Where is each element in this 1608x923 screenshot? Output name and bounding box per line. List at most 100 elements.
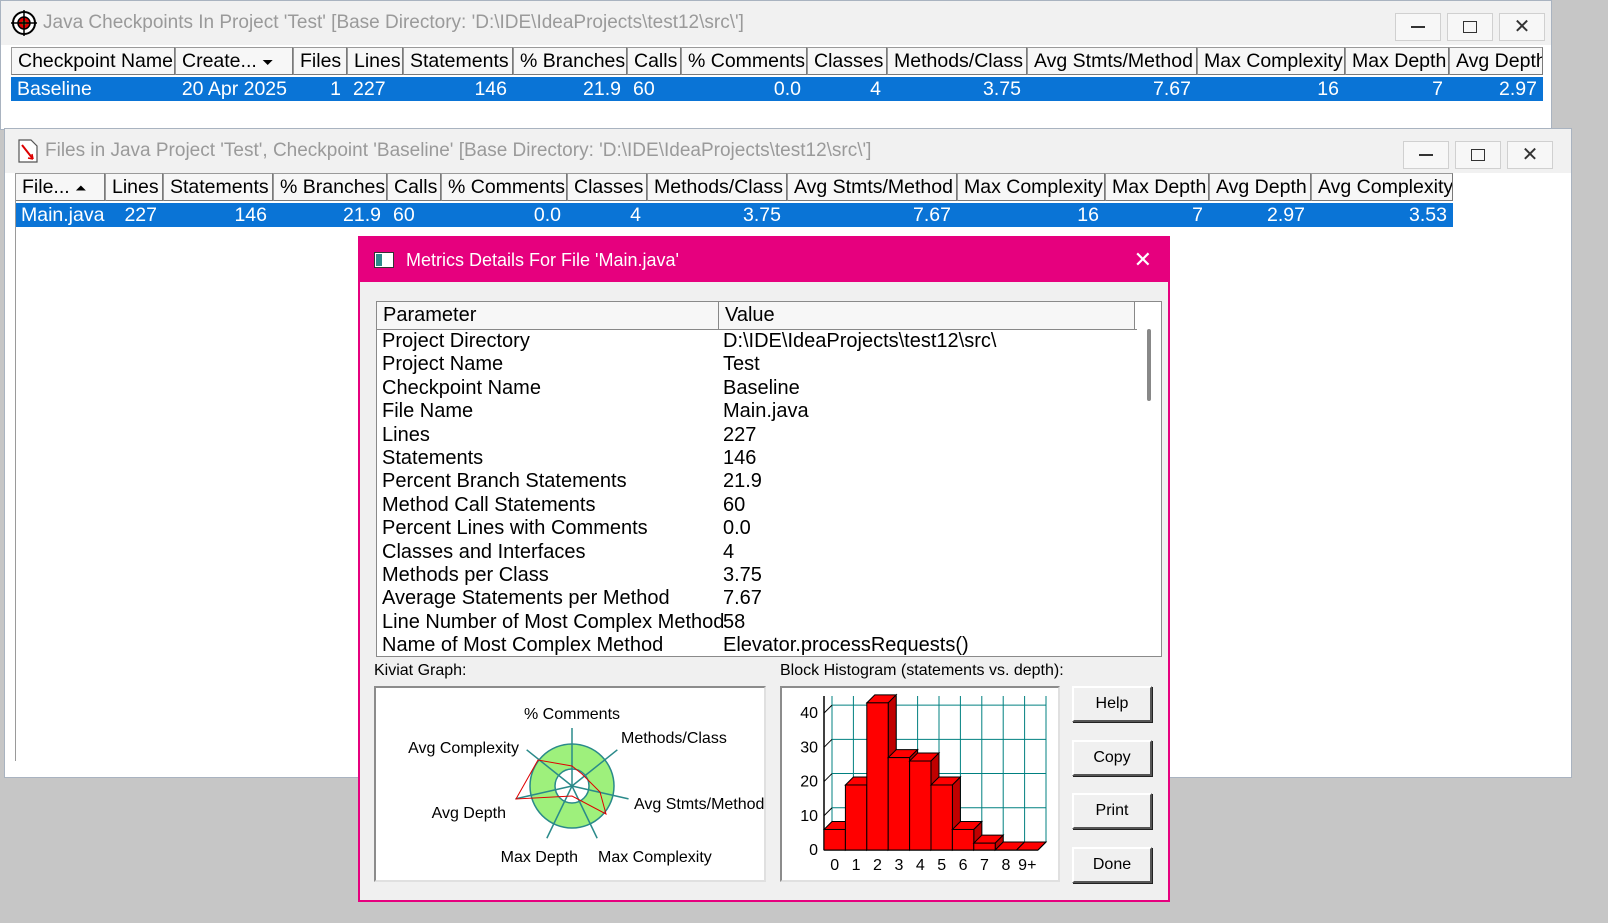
col-comments[interactable]: % Comments (441, 173, 567, 201)
parameter-row[interactable]: Checkpoint Name Baseline (377, 377, 1161, 400)
col-lines[interactable]: Lines (105, 173, 163, 201)
col-max-depth[interactable]: Max Depth (1105, 173, 1209, 201)
col-max-complexity[interactable]: Max Complexity (957, 173, 1105, 201)
x-tick-label: 1 (852, 857, 861, 874)
checkpoint-row[interactable]: Baseline 20 Apr 2025 1 227 146 21.9 60 0… (11, 77, 1543, 101)
file-row[interactable]: Main.java 227 146 21.9 60 0.0 4 3.75 7.6… (15, 203, 1453, 227)
print-button[interactable]: Print (1072, 793, 1152, 829)
parameter-row[interactable]: Classes and Interfaces 4 (377, 541, 1161, 564)
cell: 146 (234, 204, 267, 226)
col-files[interactable]: Files (293, 47, 347, 75)
minimize-button[interactable] (1403, 141, 1449, 169)
copy-button[interactable]: Copy (1072, 740, 1152, 776)
parameter-value: 3.75 (723, 563, 762, 586)
done-button[interactable]: Done (1072, 847, 1152, 883)
col-avg-depth[interactable]: Avg Depth (1209, 173, 1311, 201)
col-avg-stmts[interactable]: Avg Stmts/Method (787, 173, 957, 201)
parameter-row[interactable]: Project Directory D:\IDE\IdeaProjects\tes… (377, 330, 1161, 353)
minimize-button[interactable] (1395, 13, 1441, 41)
dialog-close-icon[interactable]: ✕ (1134, 247, 1152, 273)
col-avg-stmts[interactable]: Avg Stmts/Method (1027, 47, 1197, 75)
cell: 16 (1317, 78, 1339, 100)
files-titlebar[interactable]: Files in Java Project 'Test', Checkpoint… (5, 129, 1571, 173)
parameter-value: 7.67 (723, 587, 762, 610)
parameter-row[interactable]: File Name Main.java (377, 400, 1161, 423)
checkpoints-titlebar[interactable]: Java Checkpoints In Project 'Test' [Base… (1, 1, 1551, 45)
cell: 60 (393, 204, 415, 226)
col-comments[interactable]: % Comments (681, 47, 807, 75)
parameter-table[interactable]: Parameter Value Project Directory D:\IDE\… (376, 301, 1162, 657)
parameter-value: Test (723, 353, 760, 376)
parameter-row[interactable]: Project Name Test (377, 353, 1161, 376)
checkpoints-header: Checkpoint Name Create... ⏷ Files Lines … (11, 47, 1543, 75)
parameter-row[interactable]: Lines 227 (377, 424, 1161, 447)
parameter-name: Line Number of Most Complex Method (382, 610, 725, 633)
cell: 146 (474, 78, 507, 100)
cell: 60 (633, 78, 655, 100)
col-branches[interactable]: % Branches (273, 173, 387, 201)
dialog-titlebar[interactable]: Metrics Details For File 'Main.java' ✕ (360, 238, 1168, 282)
col-created[interactable]: Create... ⏷ (175, 47, 293, 75)
cell: 2.97 (1267, 204, 1305, 226)
cell: 7 (1192, 204, 1203, 226)
parameter-row[interactable]: Statements 146 (377, 447, 1161, 470)
col-file[interactable]: File... ⏶ (15, 173, 105, 201)
parameter-row[interactable]: Method Call Statements 60 (377, 494, 1161, 517)
col-statements[interactable]: Statements (163, 173, 273, 201)
col-branches[interactable]: % Branches (513, 47, 627, 75)
scrollbar-thumb[interactable] (1147, 329, 1151, 401)
parameter-name: Classes and Interfaces (382, 540, 586, 563)
checkpoints-window: Java Checkpoints In Project 'Test' [Base… (0, 0, 1552, 130)
col-classes[interactable]: Classes (567, 173, 647, 201)
kiviat-svg: % Comments Methods/Class Avg Stmts/Metho… (408, 706, 764, 866)
col-classes[interactable]: Classes (807, 47, 887, 75)
grid-line (823, 773, 833, 782)
parameter-rows: Project Directory D:\IDE\IdeaProjects\tes… (377, 330, 1161, 657)
cell: 1 (330, 78, 341, 100)
cell: 3.75 (743, 204, 781, 226)
files-grid: File... ⏶ Lines Statements % Branches Ca… (15, 173, 1453, 227)
parameter-row[interactable]: Methods per Class 3.75 (377, 564, 1161, 587)
col-max-depth[interactable]: Max Depth (1345, 47, 1449, 75)
col-avg-complexity[interactable]: Avg Complexity (1311, 173, 1453, 201)
restore-icon (1463, 21, 1477, 33)
cell: Main.java (21, 204, 105, 226)
cell: 4 (870, 78, 881, 100)
parameter-value: Elevator.processRequests() (723, 634, 969, 657)
col-parameter[interactable]: Parameter (377, 302, 719, 329)
kiviat-graph: % Comments Methods/Class Avg Stmts/Metho… (374, 686, 766, 882)
col-max-complexity[interactable]: Max Complexity (1197, 47, 1345, 75)
col-value[interactable]: Value (719, 302, 1135, 329)
y-tick-label: 0 (809, 842, 818, 859)
parameter-name: Checkpoint Name (382, 376, 541, 399)
col-calls[interactable]: Calls (627, 47, 681, 75)
parameter-value: 4 (723, 540, 735, 563)
grid-line (823, 738, 833, 748)
col-lines[interactable]: Lines (347, 47, 403, 75)
col-statements[interactable]: Statements (403, 47, 513, 75)
parameter-name: Percent Branch Statements (382, 470, 627, 493)
cell: 20 Apr 2025 (181, 78, 287, 100)
col-calls[interactable]: Calls (387, 173, 441, 201)
parameter-row[interactable]: Percent Branch Statements 21.9 (377, 470, 1161, 493)
col-avg-depth[interactable]: Avg Depth (1449, 47, 1543, 75)
col-methods-class[interactable]: Methods/Class (647, 173, 787, 201)
col-checkpoint-name[interactable]: Checkpoint Name (11, 47, 175, 75)
kiviat-axis-label: Methods/Class (621, 730, 727, 747)
parameter-row[interactable]: Average Statements per Method 7.67 (377, 587, 1161, 610)
parameter-row[interactable]: Name of Most Complex Method Elevator.proc… (377, 634, 1161, 657)
cell: 0.0 (773, 78, 801, 100)
maximize-button[interactable] (1455, 141, 1501, 169)
parameter-row[interactable]: Line Number of Most Complex Method 58 (377, 611, 1161, 634)
col-methods-class[interactable]: Methods/Class (887, 47, 1027, 75)
parameter-row[interactable]: Percent Lines with Comments 0.0 (377, 517, 1161, 540)
scrollbar[interactable] (1137, 329, 1161, 656)
close-button[interactable]: ✕ (1507, 141, 1553, 169)
parameter-value: Main.java (723, 400, 809, 423)
close-button[interactable]: ✕ (1499, 13, 1545, 41)
maximize-button[interactable] (1447, 13, 1493, 41)
help-button[interactable]: Help (1072, 686, 1152, 722)
kiviat-axis-label: % Comments (524, 706, 620, 723)
block-histogram: 0 10 20 30 40 0 1 2 3 4 5 6 7 8 9+ (780, 686, 1060, 882)
parameter-value: D:\IDE\IdeaProjects\test12\src\ (723, 330, 997, 352)
